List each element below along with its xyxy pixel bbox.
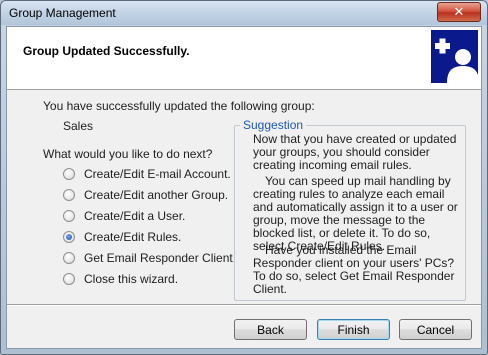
radio-button[interactable] <box>63 168 75 180</box>
radio-button[interactable] <box>63 189 75 201</box>
option-label: Create/Edit E-mail Account. <box>84 167 231 181</box>
add-user-icon <box>431 30 479 83</box>
option-create-email-account[interactable]: Create/Edit E-mail Account. <box>63 166 231 182</box>
suggestion-label: Suggestion <box>240 118 307 132</box>
cancel-button-label: Cancel <box>416 322 455 337</box>
option-create-another-group[interactable]: Create/Edit another Group. <box>63 187 228 203</box>
option-close-wizard[interactable]: Close this wizard. <box>63 271 178 287</box>
group-management-dialog: Group Management ✕ Group Updated Success… <box>0 0 488 355</box>
finish-button-label: Finish <box>337 322 370 337</box>
back-button[interactable]: Back <box>234 319 307 340</box>
option-label: Get Email Responder Client. <box>84 251 237 265</box>
title-bar[interactable]: Group Management ✕ <box>1 1 487 25</box>
option-label: Create/Edit Rules. <box>84 230 182 244</box>
option-get-responder-client[interactable]: Get Email Responder Client. <box>63 250 236 266</box>
option-label: Create/Edit another Group. <box>84 188 229 202</box>
window-title: Group Management <box>9 6 116 20</box>
option-create-user[interactable]: Create/Edit a User. <box>63 208 185 224</box>
radio-button[interactable] <box>63 252 75 264</box>
back-button-label: Back <box>257 322 284 337</box>
dialog-client-area: Group Updated Successfully. You have suc… <box>6 26 482 349</box>
suggestion-paragraph: Now that you have created or updated you… <box>253 132 457 172</box>
group-name: Sales <box>63 119 94 133</box>
radio-button[interactable] <box>63 273 75 285</box>
page-title: Group Updated Successfully. <box>23 44 190 58</box>
finish-button[interactable]: Finish <box>317 319 390 340</box>
option-label: Close this wizard. <box>84 272 179 286</box>
option-label: Create/Edit a User. <box>84 209 186 223</box>
close-icon: ✕ <box>453 4 465 20</box>
radio-button[interactable] <box>63 210 75 222</box>
wizard-header: Group Updated Successfully. <box>7 27 481 90</box>
suggestion-box: Suggestion Now that you have created or … <box>234 118 466 301</box>
cancel-button[interactable]: Cancel <box>399 319 472 340</box>
option-create-rules[interactable]: Create/Edit Rules. <box>63 229 181 245</box>
next-action-question: What would you like to do next? <box>43 147 213 161</box>
close-button[interactable]: ✕ <box>437 2 481 22</box>
footer-separator <box>7 304 481 306</box>
suggestion-paragraph: Have you installed the Email Responder c… <box>253 243 455 296</box>
suggestion-paragraph: You can speed up mail handling by creati… <box>253 174 458 253</box>
intro-text: You have successfully updated the follow… <box>43 99 315 113</box>
radio-button-selected[interactable] <box>63 231 75 243</box>
